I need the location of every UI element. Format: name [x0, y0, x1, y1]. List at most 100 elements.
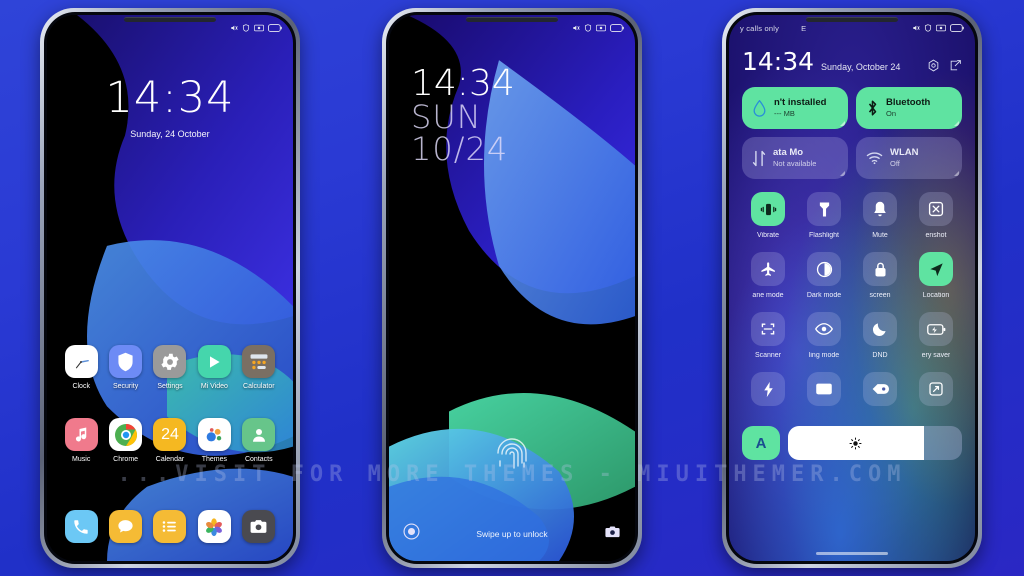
app-mi-video[interactable]: Mi Video: [194, 345, 234, 390]
toggle-dark-mode[interactable]: Dark mode: [798, 252, 850, 299]
phone-1-screen[interactable]: 14:34 Sunday, 24 October Clock Security …: [47, 15, 293, 561]
toggle-mute[interactable]: Mute: [854, 192, 906, 239]
toggle-airplane-mode[interactable]: ane mode: [742, 252, 794, 299]
silent-icon: [573, 25, 580, 31]
vibrate-icon: [751, 192, 785, 226]
tag-icon: [863, 372, 897, 406]
message-icon: [109, 510, 143, 543]
app-chrome[interactable]: Chrome: [105, 418, 145, 463]
tile-sim-data[interactable]: n't installed --- MB: [742, 87, 848, 129]
screenshot-icon: [919, 192, 953, 226]
edit-icon[interactable]: [949, 59, 962, 72]
home-indicator[interactable]: [816, 552, 888, 555]
calculator-icon: [242, 345, 276, 378]
dock-item-messages[interactable]: [105, 510, 145, 543]
record-icon[interactable]: [403, 523, 420, 545]
auto-brightness-button[interactable]: A: [742, 426, 780, 460]
toggle-scanner[interactable]: Scanner: [742, 312, 794, 359]
location-arrow-icon: [919, 252, 953, 286]
clock-weekday: SUN: [411, 98, 482, 137]
toggle-location[interactable]: Location: [910, 252, 962, 299]
tile-subtitle: --- MB: [774, 109, 795, 119]
clock-time: 14:34: [411, 63, 515, 104]
toggle-row-4: [742, 372, 962, 412]
toggle-dnd[interactable]: DND: [854, 312, 906, 359]
clock-date: Sunday, 24 October: [130, 129, 210, 139]
tile-bluetooth[interactable]: Bluetooth On: [856, 87, 962, 129]
dock-item-gallery[interactable]: [194, 510, 234, 543]
scanner-icon: [751, 312, 785, 346]
dock-item-notes[interactable]: [150, 510, 190, 543]
tile-corner-indicator: [840, 171, 845, 176]
bell-icon: [863, 192, 897, 226]
tile-mobile-data[interactable]: ata Mo Not available: [742, 137, 848, 179]
statusbar-right: [572, 24, 624, 32]
toggle-vibrate[interactable]: Vibrate: [742, 192, 794, 239]
toggle-row-1: Vibrate Flashlight Mute enshot: [742, 192, 962, 239]
lock-icon: [863, 252, 897, 286]
alarm-icon: [596, 24, 606, 32]
dock-item-camera[interactable]: [239, 510, 279, 543]
data-drop-icon: [753, 99, 766, 117]
header-time: 14:34: [742, 47, 815, 76]
toggle-lock-screen[interactable]: screen: [854, 252, 906, 299]
app-calendar[interactable]: 24 Calendar: [150, 418, 190, 463]
fingerprint-icon[interactable]: [495, 433, 529, 478]
header-actions: [927, 59, 962, 74]
toggle-label: Mute: [872, 232, 888, 239]
app-contacts[interactable]: Contacts: [239, 418, 279, 463]
toggle-flashlight[interactable]: Flashlight: [798, 192, 850, 239]
camera-icon[interactable]: [604, 523, 621, 545]
toggle-battery-saver[interactable]: ery saver: [910, 312, 962, 359]
app-label: Calendar: [155, 456, 185, 463]
brightness-row: A: [742, 426, 962, 460]
phone-3-screen[interactable]: y calls only E 14:34 Sunday, October 24: [729, 15, 975, 561]
shield-icon: [584, 24, 592, 32]
app-grid-row-2: Music Chrome 24 Calendar Themes Contacts: [61, 418, 279, 463]
toggle-quick-charge[interactable]: [742, 372, 794, 412]
toggle-screenshot[interactable]: enshot: [910, 192, 962, 239]
rotate-icon: [919, 372, 953, 406]
phone-3: y calls only E 14:34 Sunday, October 24: [722, 8, 982, 568]
tile-wlan[interactable]: WLAN Off: [856, 137, 962, 179]
tile-title: n't installed: [774, 97, 827, 109]
network-label: E: [801, 23, 807, 33]
app-label: Security: [112, 383, 139, 390]
mobile-data-icon: [752, 150, 766, 166]
shield-icon: [924, 24, 932, 32]
calendar-day: 24: [161, 425, 179, 443]
carrier-label: y calls only: [740, 23, 780, 33]
phone-1-frame: 14:34 Sunday, 24 October Clock Security …: [40, 8, 300, 568]
tile-subtitle: Off: [890, 159, 900, 169]
brightness-slider[interactable]: [788, 426, 962, 460]
phone-2-screen[interactable]: 14:34 SUN 10/24 Swipe up to unlock: [389, 15, 635, 561]
phone-2-frame: 14:34 SUN 10/24 Swipe up to unlock: [382, 8, 642, 568]
battery-icon: [610, 24, 624, 32]
tile-title: Bluetooth: [886, 97, 931, 109]
phone-2-clock-widget: 14:34 SUN 10/24: [411, 63, 515, 165]
app-security[interactable]: Security: [105, 345, 145, 390]
wifi-icon: [866, 152, 883, 165]
toggle-label: screen: [869, 292, 891, 299]
notes-icon: [153, 510, 187, 543]
toggle-reading-mode[interactable]: ling mode: [798, 312, 850, 359]
dock-item-phone[interactable]: [61, 510, 101, 543]
tile-corner-indicator: [840, 121, 845, 126]
toggle-row-2: ane mode Dark mode screen Location: [742, 252, 962, 299]
bluetooth-icon: [868, 100, 877, 116]
toggle-tag[interactable]: [854, 372, 906, 412]
app-settings[interactable]: Settings: [150, 345, 190, 390]
phone-icon: [64, 510, 98, 543]
toggle-rotate[interactable]: [910, 372, 962, 412]
app-themes[interactable]: Themes: [194, 418, 234, 463]
app-label: Calculator: [243, 383, 275, 390]
app-label: Settings: [157, 383, 183, 390]
toggle-label: ling mode: [808, 352, 840, 359]
brightness-slider-fill: [788, 426, 924, 460]
app-clock[interactable]: Clock: [61, 345, 101, 390]
app-music[interactable]: Music: [61, 418, 101, 463]
toggle-cast[interactable]: [798, 372, 850, 412]
alarm-icon: [936, 24, 946, 32]
app-calculator[interactable]: Calculator: [239, 345, 279, 390]
gear-hex-icon[interactable]: [927, 59, 940, 72]
